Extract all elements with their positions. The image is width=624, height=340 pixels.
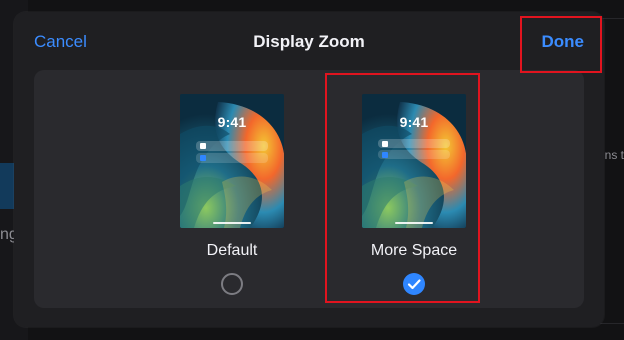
option-default[interactable]: 9:41 Default [170,76,294,304]
checkmark-circle-icon[interactable] [403,273,425,295]
more-space-label: More Space [370,242,458,259]
modal-header: Cancel Display Zoom Done [14,12,604,70]
notification-icon [382,141,388,147]
done-button[interactable]: Done [542,32,585,52]
more-space-preview-image: 9:41 [362,94,466,228]
default-label: Default [206,242,258,259]
background-right-text: ns t [604,148,624,162]
notification-bar [196,153,268,163]
radio-unchecked-icon[interactable] [221,273,243,295]
preview-time: 9:41 [399,114,429,130]
checkmark-icon [407,279,421,290]
home-indicator [213,222,251,224]
display-zoom-modal: Cancel Display Zoom Done 9:41 Default 9:… [14,12,604,327]
notification-bar [196,141,268,151]
notification-icon [382,152,388,158]
preview-time: 9:41 [217,114,247,130]
option-more-space[interactable]: 9:41 More Space [352,76,476,304]
default-preview-image: 9:41 [180,94,284,228]
display-zoom-options: 9:41 Default 9:41 More Space [34,70,584,308]
home-indicator [395,222,433,224]
notification-icon [200,155,206,161]
modal-title: Display Zoom [253,32,365,51]
notification-icon [200,143,206,149]
notification-bar [378,150,450,159]
notification-bar [378,139,450,148]
